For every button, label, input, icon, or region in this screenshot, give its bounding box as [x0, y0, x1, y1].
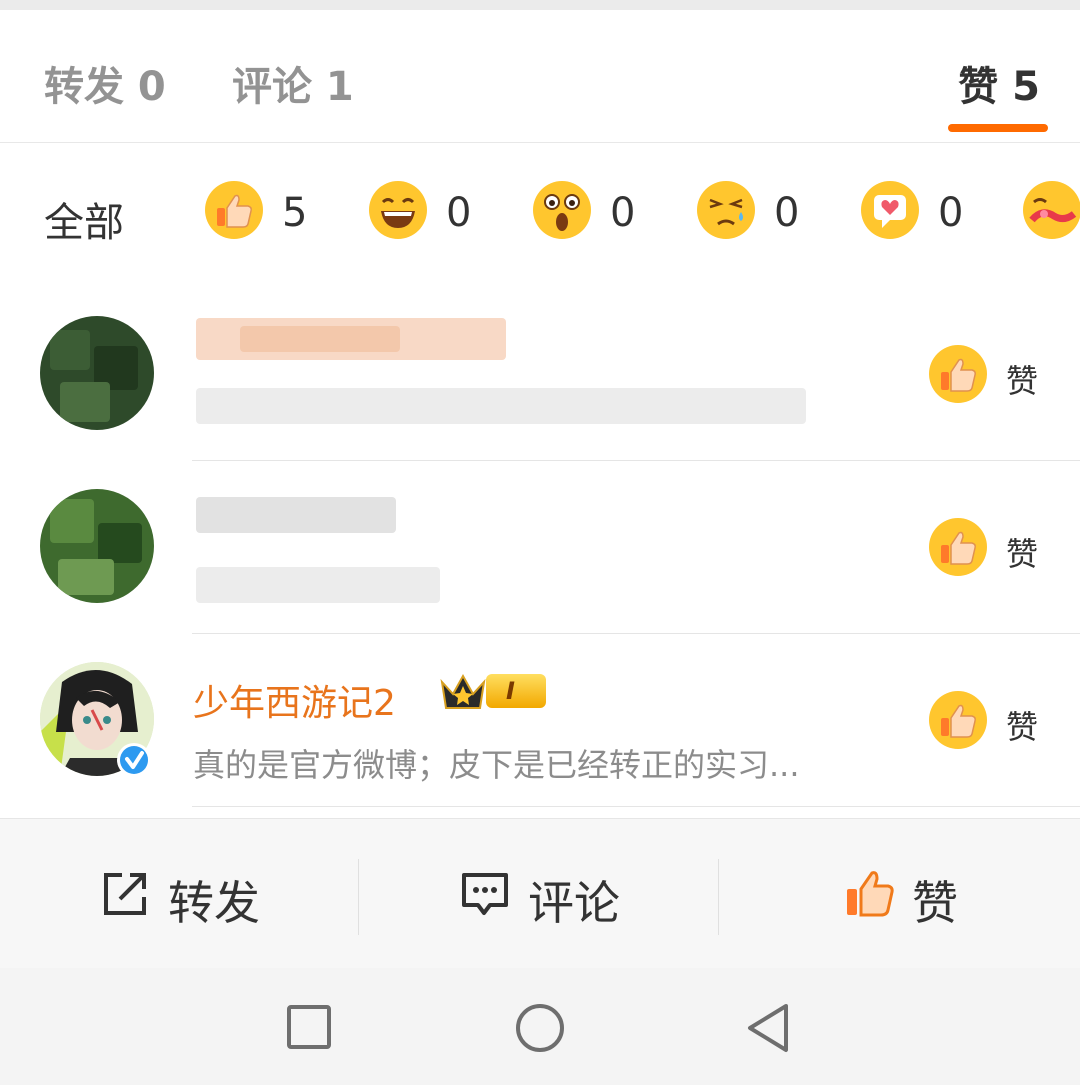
- kiss-emoji-icon: [1023, 181, 1080, 239]
- avatar-pixel: [60, 382, 110, 422]
- divider: [718, 859, 719, 935]
- vip-level-text: I: [506, 677, 515, 705]
- reaction-count: 0: [774, 190, 800, 236]
- like-label: 赞: [912, 876, 958, 930]
- thumbs-up-icon: [847, 871, 894, 917]
- divider: [358, 859, 359, 935]
- username[interactable]: 少年西游记2: [193, 674, 396, 726]
- list-item[interactable]: 赞: [0, 461, 1080, 634]
- avatar-pixel: [50, 499, 94, 543]
- like-label: 赞: [1006, 535, 1039, 573]
- reaction-filter-row: 全部 5 0 0 0 0: [0, 160, 1080, 260]
- description-redacted: [196, 567, 440, 603]
- laughing-emoji-icon: [369, 181, 427, 239]
- user-description: 真的是官方微博；皮下是已经转正的实习...: [193, 746, 800, 784]
- crown-icon: [440, 673, 486, 709]
- avatar-pixel: [50, 330, 90, 370]
- avatar-pixel: [58, 559, 114, 595]
- forward-button[interactable]: 转发: [0, 819, 358, 969]
- comment-icon: [462, 873, 508, 915]
- status-strip: [0, 0, 1080, 10]
- thumbs-up-like-button-icon[interactable]: [928, 517, 988, 577]
- reaction-count: 0: [610, 190, 636, 236]
- description-redacted: [196, 388, 806, 424]
- comment-button[interactable]: 评论: [360, 819, 718, 969]
- reaction-count: 5: [282, 190, 308, 236]
- username-redacted[interactable]: [196, 497, 396, 533]
- active-tab-indicator: [948, 124, 1048, 132]
- system-navigation-bar: [0, 968, 1080, 1085]
- recent-apps-icon[interactable]: [286, 1004, 332, 1050]
- verified-badge-icon: [117, 743, 151, 777]
- list-item[interactable]: 少年西游记2 I 真的是官方微博；皮下是已经转正的实习... 赞: [0, 634, 1080, 807]
- thumbs-up-emoji-icon: [205, 181, 263, 239]
- heart-emoji-icon: [861, 181, 919, 239]
- avatar[interactable]: [40, 316, 154, 430]
- filter-all[interactable]: 全部: [44, 190, 124, 248]
- share-icon: [104, 873, 146, 915]
- surprised-emoji-icon: [533, 181, 591, 239]
- avatar[interactable]: [40, 489, 154, 603]
- comment-label: 评论: [528, 876, 620, 930]
- home-icon[interactable]: [514, 1002, 566, 1054]
- avatar-pixel: [98, 523, 142, 563]
- list-item[interactable]: 赞: [0, 288, 1080, 461]
- tab-bar: 转发 0 评论 1 赞 5: [0, 10, 1080, 143]
- tab-forward[interactable]: 转发 0: [44, 54, 166, 112]
- thumbs-up-like-button-icon[interactable]: [928, 344, 988, 404]
- thumbs-up-like-button-icon[interactable]: [928, 690, 988, 750]
- tab-comment[interactable]: 评论 1: [232, 54, 354, 112]
- like-label: 赞: [1006, 362, 1039, 400]
- forward-label: 转发: [168, 876, 260, 930]
- reaction-count: 0: [938, 190, 964, 236]
- reaction-count: 0: [446, 190, 472, 236]
- username-redacted-detail: [240, 326, 400, 352]
- like-button[interactable]: 赞: [720, 819, 1078, 969]
- divider: [192, 806, 1080, 807]
- back-icon[interactable]: [744, 1002, 792, 1054]
- tab-like[interactable]: 赞 5: [958, 54, 1040, 112]
- like-label: 赞: [1006, 708, 1039, 746]
- bottom-action-bar: 转发 评论 赞: [0, 818, 1080, 969]
- sad-emoji-icon: [697, 181, 755, 239]
- vip-level-badge: I: [486, 674, 546, 708]
